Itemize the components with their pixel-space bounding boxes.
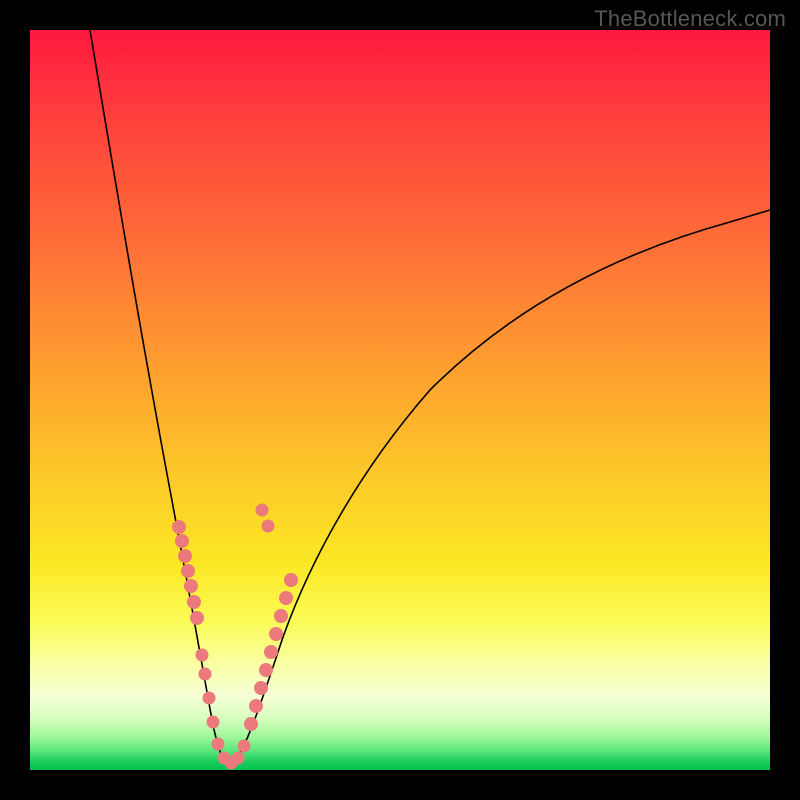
data-dot [172,520,186,534]
data-dot [196,649,209,662]
data-dot [187,595,201,609]
data-dot [184,579,198,593]
plot-area [30,30,770,770]
bottleneck-curve [90,30,770,765]
data-dot [259,663,273,677]
data-dot [212,738,225,751]
data-dot [284,573,298,587]
chart-frame: TheBottleneck.com [0,0,800,800]
watermark-text: TheBottleneck.com [594,6,786,32]
dot-cluster [172,504,298,770]
data-dot [238,740,251,753]
data-dot [256,504,269,517]
data-dot [269,627,283,641]
data-dot [279,591,293,605]
data-dot [175,534,189,548]
data-dot [244,717,258,731]
data-dot [274,609,288,623]
data-dot [264,645,278,659]
data-dot [262,520,275,533]
data-dot [232,752,245,765]
curve-layer [30,30,770,770]
data-dot [199,668,212,681]
data-dot [178,549,192,563]
data-dot [207,716,220,729]
data-dot [249,699,263,713]
data-dot [181,564,195,578]
data-dot [254,681,268,695]
data-dot [190,611,204,625]
data-dot [203,692,216,705]
